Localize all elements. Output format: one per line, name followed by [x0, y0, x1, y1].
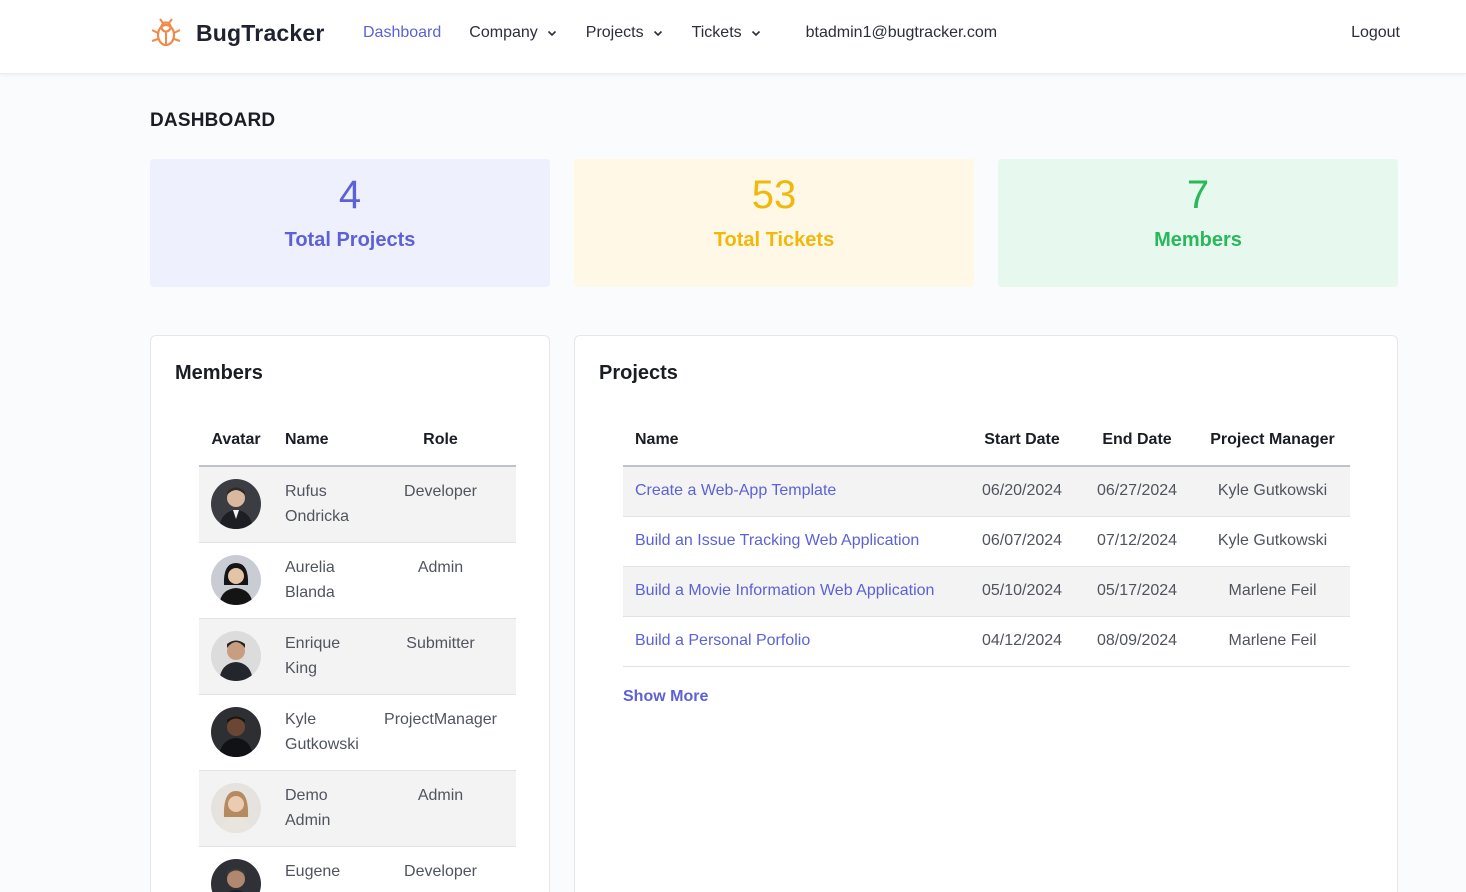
- total-tickets-count: 53: [751, 173, 797, 217]
- member-last-name: King: [285, 659, 318, 677]
- project-name-link[interactable]: Build an Issue Tracking Web Application: [623, 516, 965, 567]
- project-start-date: 05/10/2024: [965, 566, 1079, 617]
- member-first-name: Aurelia: [285, 558, 335, 576]
- members-count-label: Members: [1154, 229, 1242, 251]
- projects-table: Name Start Date End Date Project Manager…: [623, 414, 1350, 667]
- project-end-date: 07/12/2024: [1079, 516, 1195, 567]
- total-projects-card[interactable]: 4 Total Projects: [150, 159, 550, 287]
- nav-tickets-dropdown[interactable]: Tickets: [692, 24, 762, 42]
- column-header-role: Role: [365, 414, 516, 467]
- member-role: Admin: [365, 770, 516, 847]
- column-header-end-date: End Date: [1079, 414, 1195, 467]
- project-start-date: 04/12/2024: [965, 616, 1079, 667]
- member-row[interactable]: Kyle Gutkowski ProjectManager: [199, 694, 516, 771]
- member-first-name: Eugene: [285, 862, 341, 880]
- projects-card: Projects Name Start Date End Date Projec…: [574, 335, 1398, 892]
- project-row: Create a Web-App Template 06/20/2024 06/…: [623, 466, 1350, 517]
- member-row[interactable]: Aurelia Blanda Admin: [199, 542, 516, 619]
- avatar: [211, 706, 261, 757]
- project-start-date: 06/07/2024: [965, 516, 1079, 567]
- members-card-title: Members: [175, 362, 263, 384]
- project-row: Build a Movie Information Web Applicatio…: [623, 566, 1350, 617]
- project-end-date: 06/27/2024: [1079, 466, 1195, 517]
- project-end-date: 05/17/2024: [1079, 566, 1195, 617]
- members-card: Members Avatar Name Role Rufus Ondricka: [150, 335, 550, 892]
- total-projects-label: Total Projects: [284, 229, 416, 251]
- member-role: ProjectManager: [365, 694, 516, 771]
- avatar: [211, 479, 261, 529]
- nav-company-label: Company: [469, 24, 538, 41]
- project-manager: Marlene Feil: [1195, 566, 1350, 617]
- avatar: [211, 782, 261, 833]
- member-role: Developer: [365, 846, 516, 892]
- project-end-date: 08/09/2024: [1079, 616, 1195, 667]
- main-nav: Dashboard Company Projects Tickets btadm…: [363, 24, 997, 42]
- avatar: [211, 630, 261, 681]
- brand[interactable]: BugTracker: [150, 17, 325, 49]
- nav-projects-label: Projects: [585, 24, 644, 41]
- member-role: Admin: [365, 542, 516, 619]
- members-table: Avatar Name Role Rufus Ondricka Develope…: [199, 414, 516, 892]
- chevron-down-icon: [751, 30, 760, 37]
- members-count: 7: [1186, 173, 1210, 217]
- avatar: [211, 554, 261, 605]
- avatar: [211, 858, 261, 892]
- member-row[interactable]: Enrique King Submitter: [199, 618, 516, 695]
- member-row[interactable]: Eugene Developer: [199, 846, 516, 892]
- member-last-name: Ondricka: [285, 508, 350, 525]
- navbar: BugTracker Dashboard Company Projects Ti…: [0, 0, 1466, 74]
- logout-link[interactable]: Logout: [1351, 24, 1400, 42]
- total-tickets-card[interactable]: 53 Total Tickets: [574, 159, 974, 287]
- member-first-name: Enrique: [285, 634, 341, 652]
- member-last-name: Blanda: [285, 583, 335, 601]
- bug-icon: [151, 18, 181, 47]
- total-projects-count: 4: [338, 173, 362, 217]
- nav-tickets-label: Tickets: [691, 24, 742, 41]
- user-email[interactable]: btadmin1@bugtracker.com: [806, 24, 997, 42]
- nav-company-dropdown[interactable]: Company: [469, 24, 557, 42]
- project-row: Build a Personal Porfolio 04/12/2024 08/…: [623, 616, 1350, 667]
- members-count-card[interactable]: 7 Members: [998, 159, 1398, 287]
- projects-card-title: Projects: [599, 362, 678, 384]
- chevron-down-icon: [547, 30, 556, 37]
- project-manager: Kyle Gutkowski: [1195, 466, 1350, 517]
- page-title: DASHBOARD: [150, 110, 276, 131]
- brand-name: BugTracker: [196, 19, 325, 46]
- show-more-link[interactable]: Show More: [623, 688, 708, 706]
- member-row[interactable]: Demo Admin Admin: [199, 770, 516, 847]
- member-last-name: Admin: [285, 811, 331, 829]
- nav-dashboard-label: Dashboard: [363, 24, 442, 41]
- project-name-link[interactable]: Build a Movie Information Web Applicatio…: [623, 566, 965, 617]
- project-manager: Marlene Feil: [1195, 616, 1350, 667]
- project-start-date: 06/20/2024: [965, 466, 1079, 517]
- member-first-name: Rufus: [285, 483, 327, 500]
- member-row[interactable]: Rufus Ondricka Developer: [199, 466, 516, 543]
- member-first-name: Kyle: [285, 710, 317, 728]
- nav-dashboard[interactable]: Dashboard: [363, 24, 441, 42]
- column-header-project-manager: Project Manager: [1195, 414, 1350, 467]
- project-name-link[interactable]: Build a Personal Porfolio: [623, 616, 965, 667]
- column-header-avatar: Avatar: [199, 414, 273, 467]
- member-last-name: Gutkowski: [285, 735, 359, 753]
- column-header-name: Name: [273, 414, 365, 467]
- project-row: Build an Issue Tracking Web Application …: [623, 516, 1350, 567]
- member-first-name: Demo: [285, 786, 328, 804]
- nav-projects-dropdown[interactable]: Projects: [586, 24, 664, 42]
- chevron-down-icon: [653, 30, 662, 37]
- member-role: Developer: [365, 466, 516, 543]
- project-name-link[interactable]: Create a Web-App Template: [623, 466, 965, 517]
- column-header-start-date: Start Date: [965, 414, 1079, 467]
- column-header-name: Name: [623, 414, 965, 467]
- member-role: Submitter: [365, 618, 516, 695]
- total-tickets-label: Total Tickets: [713, 229, 835, 251]
- project-manager: Kyle Gutkowski: [1195, 516, 1350, 567]
